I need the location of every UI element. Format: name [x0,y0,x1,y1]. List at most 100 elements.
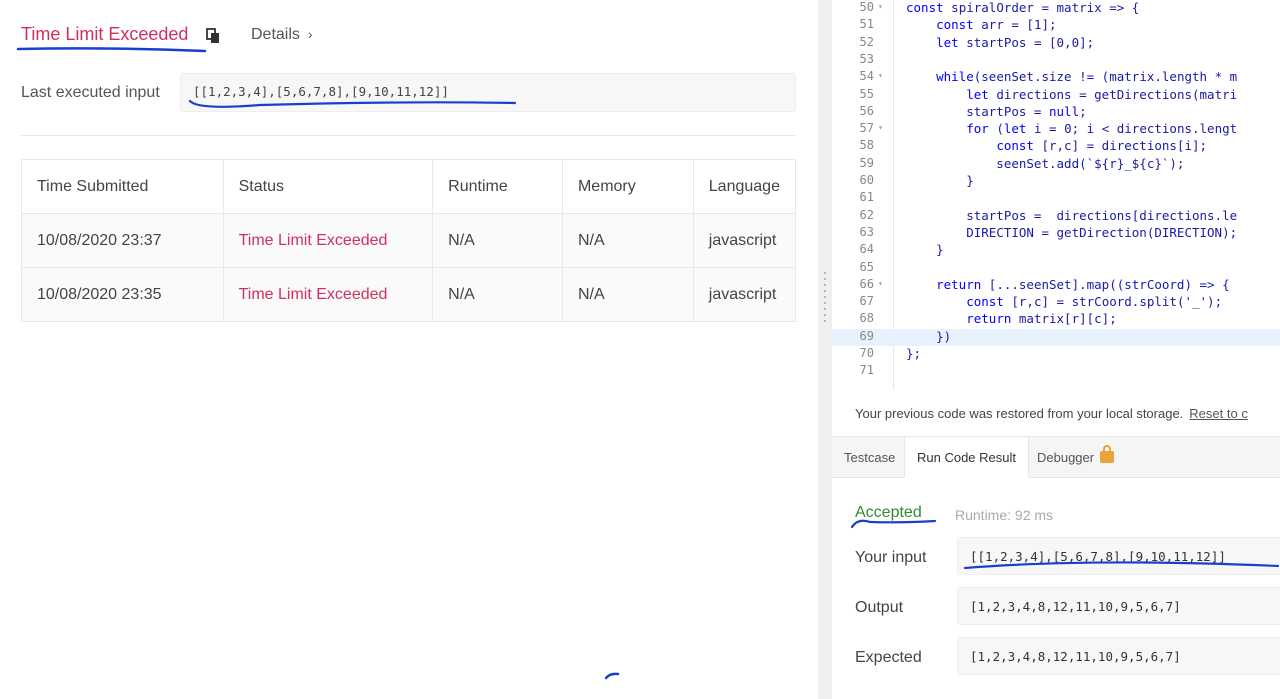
restore-message: Your previous code was restored from you… [855,406,1184,421]
code-line[interactable]: 58 const [r,c] = directions[i]; [832,138,1280,155]
copy-icon[interactable] [206,28,220,44]
code-line[interactable]: 52 let startPos = [0,0]; [832,35,1280,52]
code-text: const arr = [1]; [936,17,1057,33]
code-text: }; [906,346,922,361]
divider [21,135,796,136]
code-line[interactable]: 61 [832,190,1280,207]
code-text: const [r,c] = strCoord.split('_'); [966,294,1223,310]
tab-testcase[interactable]: Testcase [832,437,907,478]
cell-language: javascript [692,267,797,322]
cell-status-link[interactable]: Time Limit Exceeded [222,213,434,268]
expected-value: [1,2,3,4,8,12,11,10,9,5,6,7] [970,649,1181,664]
code-line[interactable]: 68 return matrix[r][c]; [832,311,1280,328]
code-line[interactable]: 53 [832,52,1280,69]
table-row[interactable]: 10/08/2020 23:37 Time Limit Exceeded N/A… [21,213,797,268]
line-number: 70 [859,346,874,360]
cell-status-link[interactable]: Time Limit Exceeded [222,267,434,322]
line-number: 58 [859,138,874,153]
cell-memory: N/A [561,213,694,268]
column-header-language[interactable]: Language [692,159,797,214]
cell-time: 10/08/2020 23:37 [21,213,224,268]
table-row[interactable]: 10/08/2020 23:35 Time Limit Exceeded N/A… [21,267,797,322]
tab-debugger[interactable]: Debugger [1025,437,1126,478]
submissions-table: Time Submitted Status Runtime Memory Lan… [21,159,797,322]
last-executed-input-label: Last executed input [21,84,160,101]
column-header-memory[interactable]: Memory [561,159,694,214]
code-line[interactable]: 57 ▾ for (let i = 0; i < directions.lengt [832,121,1280,138]
fold-arrow-icon[interactable]: ▾ [878,123,883,132]
code-line[interactable]: 66 ▾ return [...seenSet].map((strCoord) =… [832,277,1280,294]
chevron-right-icon: › [307,26,313,42]
line-number: 57 [859,121,874,136]
reset-link[interactable]: Reset to c [1189,406,1248,421]
code-text: DIRECTION = getDirection(DIRECTION); [906,224,1238,240]
editor-panel: 50 ▾ const spiralOrder = matrix => {51 con… [832,0,1280,699]
details-link[interactable]: Details › [251,26,313,44]
last-executed-input-box: [[1,2,3,4],[5,6,7,8],[9,10,11,12]] [180,73,796,112]
output-value: [1,2,3,4,8,12,11,10,9,5,6,7] [970,599,1181,614]
column-header-status[interactable]: Status [222,159,434,214]
line-number: 51 [859,17,874,32]
code-text: seenSet.add(`${r}_${c}`); [906,155,1185,171]
fold-arrow-icon[interactable]: ▾ [878,279,883,288]
tab-label: Testcase [844,450,896,465]
lock-icon [1100,445,1115,463]
your-input-box: [[1,2,3,4],[5,6,7,8],[9,10,11,12]] [957,537,1280,575]
result-status: Accepted [855,504,922,521]
code-text: }) [906,328,952,344]
code-text: let directions = getDirections(matri [966,86,1238,102]
code-line[interactable]: 67 const [r,c] = strCoord.split('_'); [832,294,1280,311]
line-number: 59 [859,155,874,170]
line-number: 64 [859,242,874,257]
cell-runtime: N/A [432,213,563,268]
drag-grip-icon [824,272,826,324]
line-number: 52 [859,34,874,49]
line-number: 66 [859,276,874,291]
line-number: 60 [859,173,874,187]
code-line[interactable]: 71 [832,363,1280,380]
table-header-row: Time Submitted Status Runtime Memory Lan… [21,159,797,214]
line-number: 50 [859,0,874,14]
output-box: [1,2,3,4,8,12,11,10,9,5,6,7] [957,587,1280,625]
column-header-runtime[interactable]: Runtime [432,159,563,214]
expected-label: Expected [855,649,922,666]
output-label: Output [855,599,904,616]
code-line[interactable]: 65 [832,260,1280,277]
line-number: 54 [859,69,874,84]
code-line[interactable]: 56 startPos = null; [832,104,1280,121]
last-executed-input-value: [[1,2,3,4],[5,6,7,8],[9,10,11,12]] [193,84,449,99]
code-line[interactable]: 59 seenSet.add(`${r}_${c}`); [832,156,1280,173]
pane-resize-handle[interactable] [818,0,832,699]
code-line[interactable]: 64 } [832,242,1280,259]
code-line[interactable]: 54 ▾ while(seenSet.size != (matrix.length… [832,69,1280,86]
line-number: 61 [859,190,874,205]
tab-run-code-result[interactable]: Run Code Result [904,437,1029,478]
code-line[interactable]: 50 ▾ const spiralOrder = matrix => { [832,0,1280,17]
result-runtime: Runtime: 92 ms [955,507,1054,523]
code-text: while(seenSet.size != (matrix.length * m [936,69,1238,85]
code-line[interactable]: 60 } [832,173,1280,190]
code-line[interactable]: 63 DIRECTION = getDirection(DIRECTION); [832,225,1280,242]
code-line[interactable]: 69 }) [832,328,1280,346]
code-text: startPos = directions[directions.le [906,207,1238,223]
code-text: for (let i = 0; i < directions.lengt [966,121,1238,137]
cell-runtime: N/A [432,267,563,322]
code-line[interactable]: 55 let directions = getDirections(matri [832,87,1280,104]
column-header-time[interactable]: Time Submitted [21,159,224,214]
submission-status-title[interactable]: Time Limit Exceeded [21,24,188,45]
line-number: 62 [859,207,874,222]
code-line[interactable]: 62 startPos = directions[directions.le [832,208,1280,225]
code-text: let startPos = [0,0]; [936,34,1095,50]
line-number: 71 [859,363,874,378]
code-line[interactable]: 51 const arr = [1]; [832,17,1280,34]
fold-arrow-icon[interactable]: ▾ [878,71,883,80]
code-text: startPos = null; [906,103,1087,119]
code-text: } [906,173,974,188]
line-number: 67 [859,294,874,309]
code-line[interactable]: 70}; [832,346,1280,363]
fold-arrow-icon[interactable]: ▾ [878,2,883,11]
tab-label: Run Code Result [917,450,1016,465]
line-number: 68 [859,311,874,326]
code-editor[interactable]: 50 ▾ const spiralOrder = matrix => {51 con… [832,0,1280,390]
code-text: return [...seenSet].map((strCoord) => { [936,276,1230,292]
